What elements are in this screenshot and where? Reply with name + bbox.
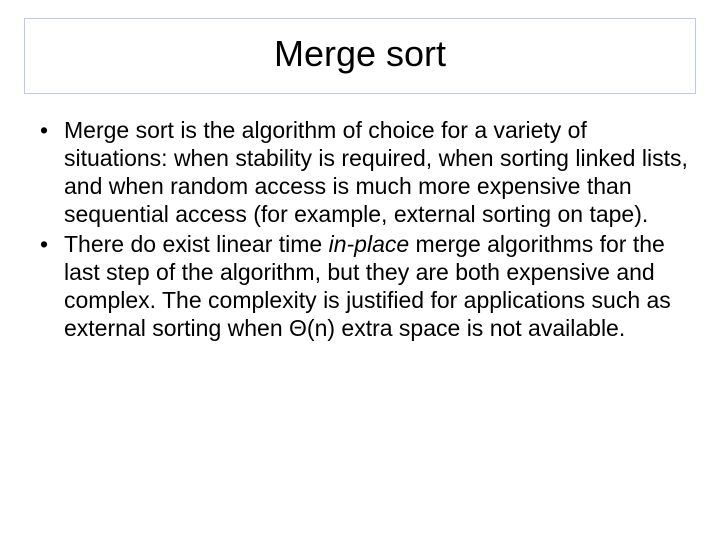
bullet-list: Merge sort is the algorithm of choice fo… xyxy=(24,116,696,342)
bullet-text-before: Merge sort is the algorithm of choice fo… xyxy=(64,117,688,227)
title-container: Merge sort xyxy=(24,18,696,94)
bullet-text-before: There do exist linear time xyxy=(64,231,329,257)
bullet-text-italic: in-place xyxy=(329,231,410,257)
list-item: There do exist linear time in-place merg… xyxy=(36,230,696,342)
slide-title: Merge sort xyxy=(45,33,675,75)
list-item: Merge sort is the algorithm of choice fo… xyxy=(36,116,696,228)
slide: Merge sort Merge sort is the algorithm o… xyxy=(0,0,720,540)
